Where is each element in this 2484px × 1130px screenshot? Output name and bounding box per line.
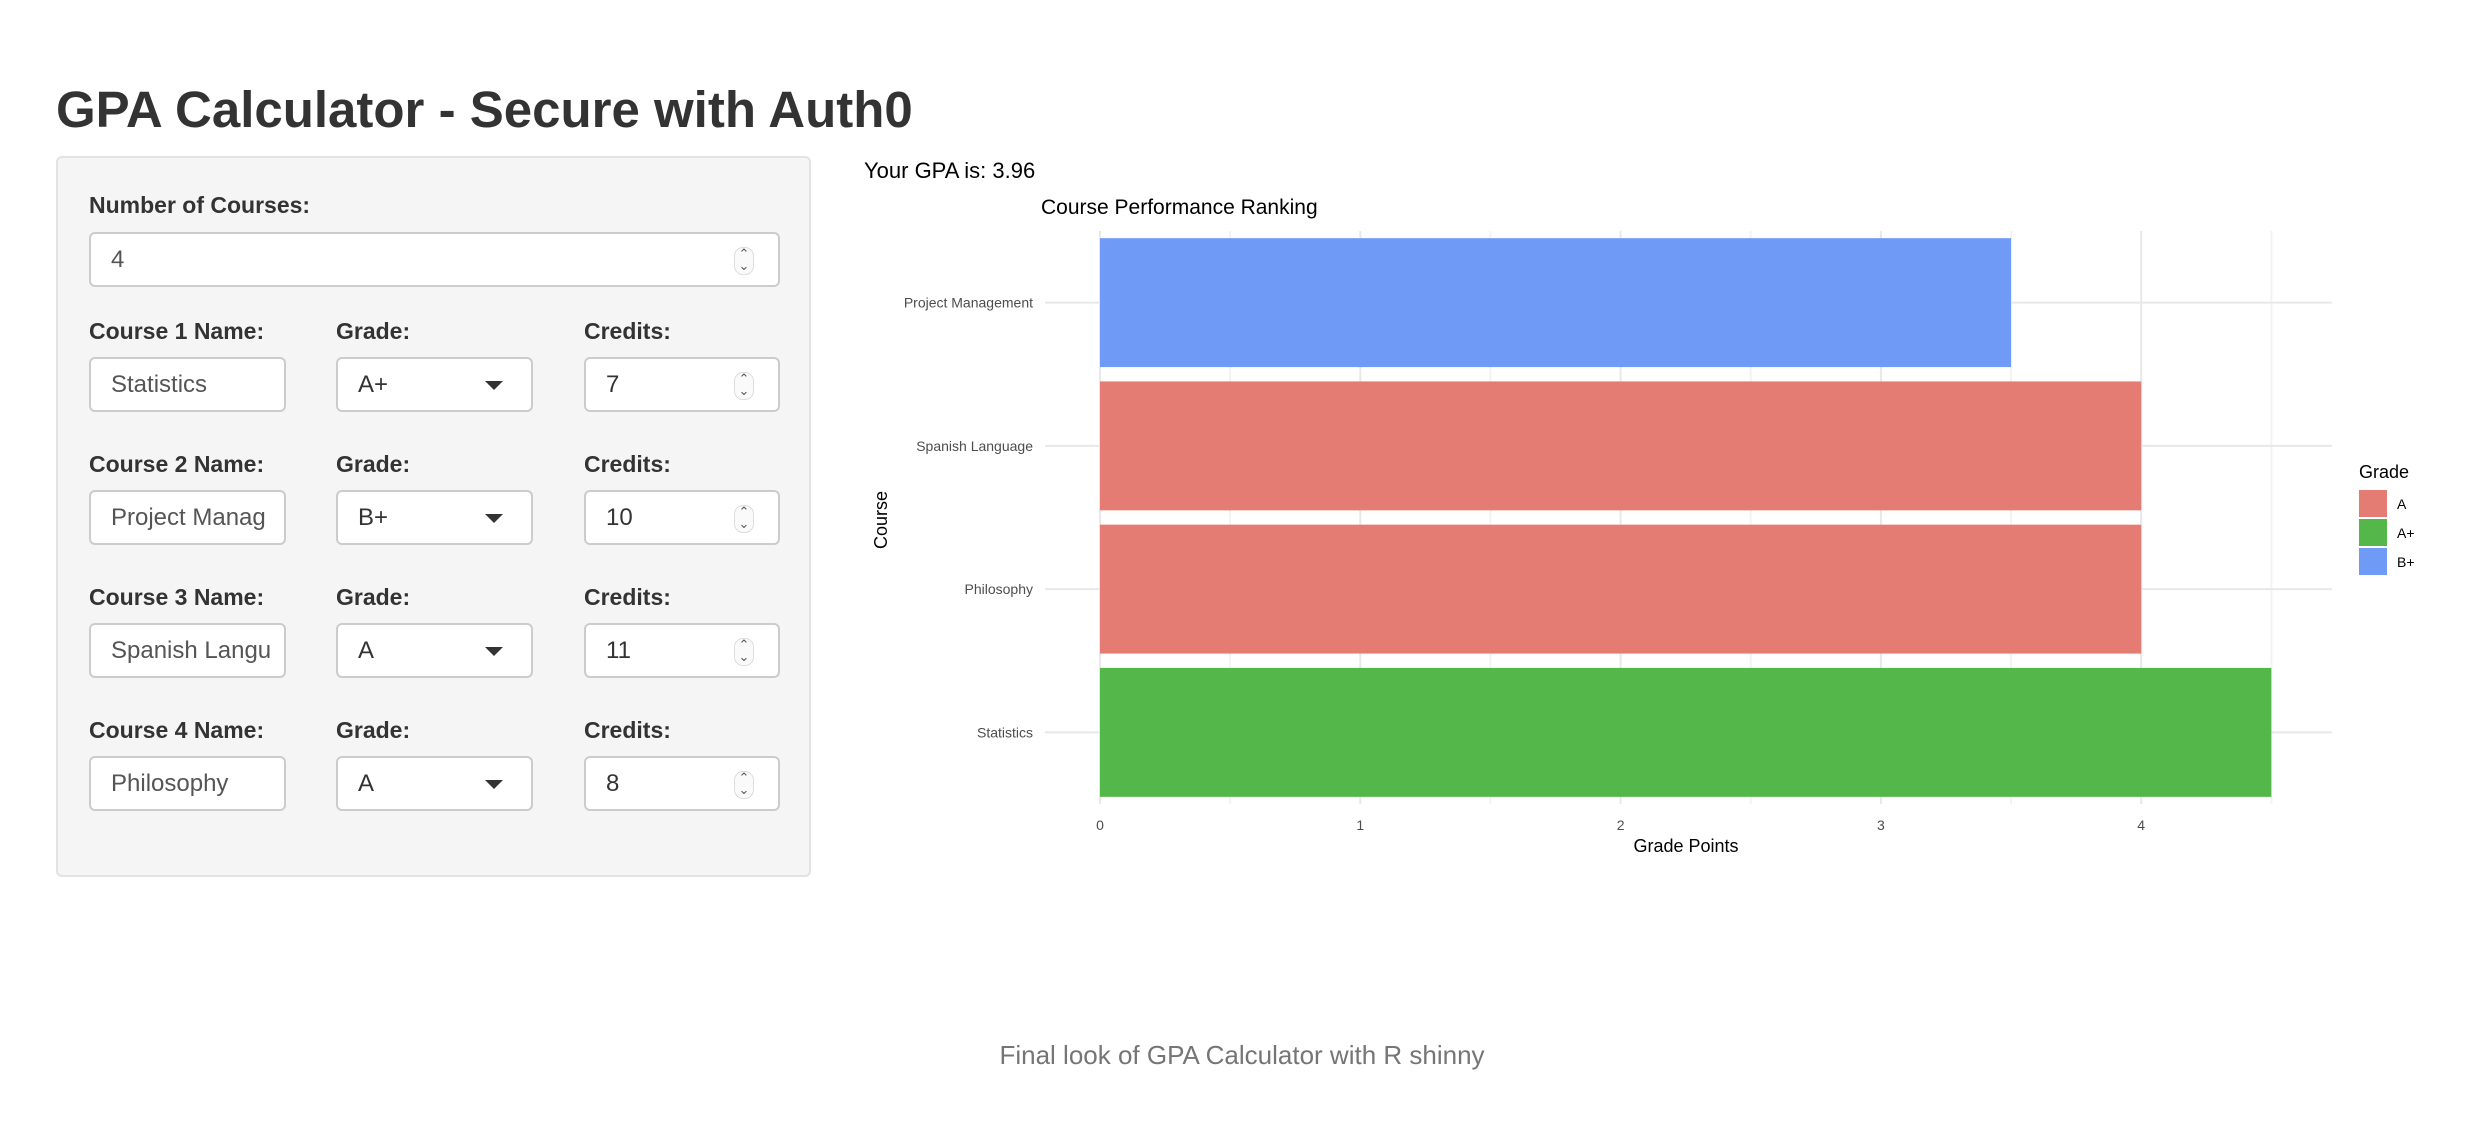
legend-key [2359,548,2387,575]
x-tick-label: 1 [1356,817,1364,833]
legend-title: Grade [2359,462,2409,482]
bar [1100,381,2142,511]
x-tick-label: 3 [1877,817,1885,833]
y-axis-label: Course [871,491,891,549]
category-label: Project Management [904,295,1033,311]
legend-key [2359,519,2387,546]
legend-label: B+ [2397,554,2415,570]
x-tick-label: 4 [2137,817,2145,833]
x-tick-label: 2 [1617,817,1625,833]
category-label: Philosophy [965,581,1034,597]
legend-key [2359,490,2387,517]
bar [1100,667,2272,797]
x-axis-label: Grade Points [1633,836,1738,856]
caption: Final look of GPA Calculator with R shin… [999,1040,1485,1070]
x-tick-label: 0 [1096,817,1104,833]
legend-label: A+ [2397,525,2415,541]
course-performance-chart: Statistics Philosophy Spanish Language Proj… [871,196,2415,856]
bar [1100,238,2012,368]
category-label: Statistics [977,724,1033,740]
bar [1100,524,2142,654]
category-label: Spanish Language [916,438,1033,454]
legend-label: A [2397,496,2407,512]
chart-title: Course Performance Ranking [1041,196,1318,219]
